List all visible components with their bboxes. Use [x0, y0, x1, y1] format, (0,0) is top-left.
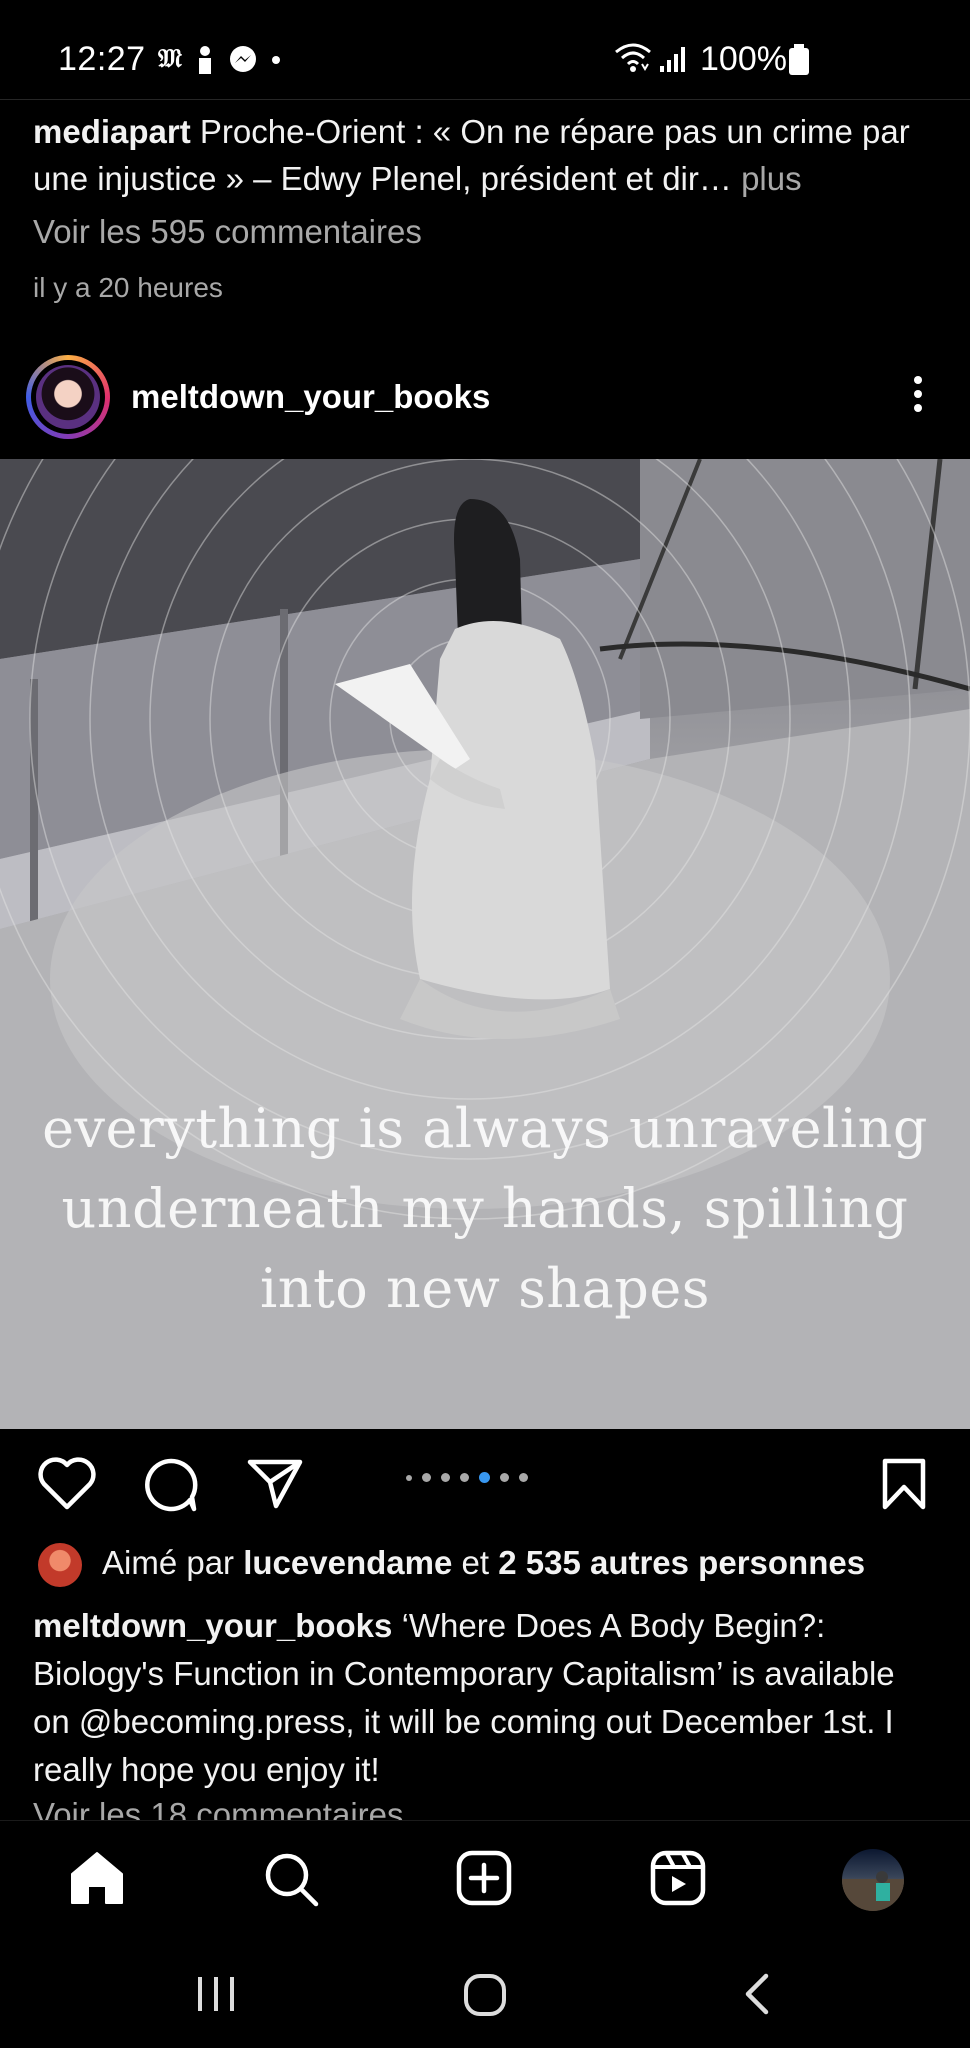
more-options-icon[interactable] — [903, 374, 933, 414]
liker-username[interactable]: lucevendame — [243, 1544, 452, 1581]
view-comments-link[interactable]: Voir les 595 commentaires — [33, 213, 422, 251]
battery-percent: 100% — [700, 40, 787, 78]
more-link[interactable]: plus — [741, 160, 802, 197]
divider — [0, 99, 970, 100]
view-comments-link[interactable]: Voir les 18 commentaires — [33, 1796, 404, 1820]
mediapart-icon: 𝔐 — [158, 44, 182, 74]
profile-photo — [842, 1871, 904, 1911]
overlay-line: underneath my hands, spilling — [61, 1177, 909, 1240]
share-send-icon[interactable] — [246, 1458, 304, 1510]
wifi-icon — [615, 43, 651, 72]
carousel-dot — [460, 1473, 469, 1482]
post-image[interactable]: everything is always unraveling undernea… — [0, 459, 970, 1429]
profile-avatar[interactable] — [842, 1849, 904, 1911]
previous-post-caption[interactable]: mediapart Proche-Orient : « On ne répare… — [33, 108, 933, 202]
carousel-dot — [406, 1474, 412, 1481]
save-bookmark-icon[interactable] — [880, 1457, 928, 1511]
signal-icon — [660, 47, 685, 72]
battery-icon — [789, 44, 809, 75]
notification-icons: 𝔐 — [158, 44, 280, 75]
likes-others[interactable]: 2 535 autres personnes — [498, 1544, 865, 1581]
post-timestamp: il y a 20 heures — [33, 272, 223, 303]
previous-post-username[interactable]: mediapart — [33, 113, 191, 150]
likes-connector: et — [461, 1544, 490, 1581]
like-heart-icon[interactable] — [38, 1457, 96, 1511]
overlay-line: into new shapes — [260, 1257, 710, 1320]
back-icon[interactable] — [742, 1972, 772, 2016]
create-icon[interactable] — [456, 1850, 512, 1906]
carousel-dot — [519, 1473, 528, 1482]
carousel-dot — [441, 1473, 450, 1482]
caption-username[interactable]: meltdown_your_books — [33, 1607, 392, 1644]
dot-icon — [271, 55, 280, 64]
home-icon[interactable] — [68, 1850, 126, 1906]
post-caption: meltdown_your_books ‘Where Does A Body B… — [33, 1602, 933, 1794]
person-icon — [198, 45, 211, 74]
likes-summary[interactable]: Aimé par lucevendame et 2 535 autres per… — [102, 1544, 865, 1582]
comment-icon[interactable] — [142, 1457, 200, 1513]
status-time: 12:27 — [58, 40, 146, 78]
system-status-icons — [614, 42, 688, 74]
post-author-avatar[interactable] — [26, 355, 110, 439]
search-icon[interactable] — [262, 1850, 320, 1908]
post-image-overlay-text: everything is always unraveling undernea… — [0, 1089, 970, 1329]
carousel-dot-active — [479, 1472, 490, 1483]
home-circle-icon[interactable] — [462, 1972, 508, 2018]
recent-apps-icon[interactable] — [194, 1974, 238, 2014]
carousel-dot — [500, 1473, 509, 1482]
likes-prefix: Aimé par — [102, 1544, 235, 1581]
carousel-dot — [422, 1473, 431, 1482]
post-author-username[interactable]: meltdown_your_books — [131, 378, 490, 416]
reels-icon[interactable] — [650, 1850, 706, 1906]
liker-avatar[interactable] — [38, 1543, 82, 1587]
messenger-icon — [229, 45, 256, 72]
carousel-indicator — [406, 1472, 528, 1483]
overlay-line: everything is always unraveling — [42, 1097, 928, 1160]
